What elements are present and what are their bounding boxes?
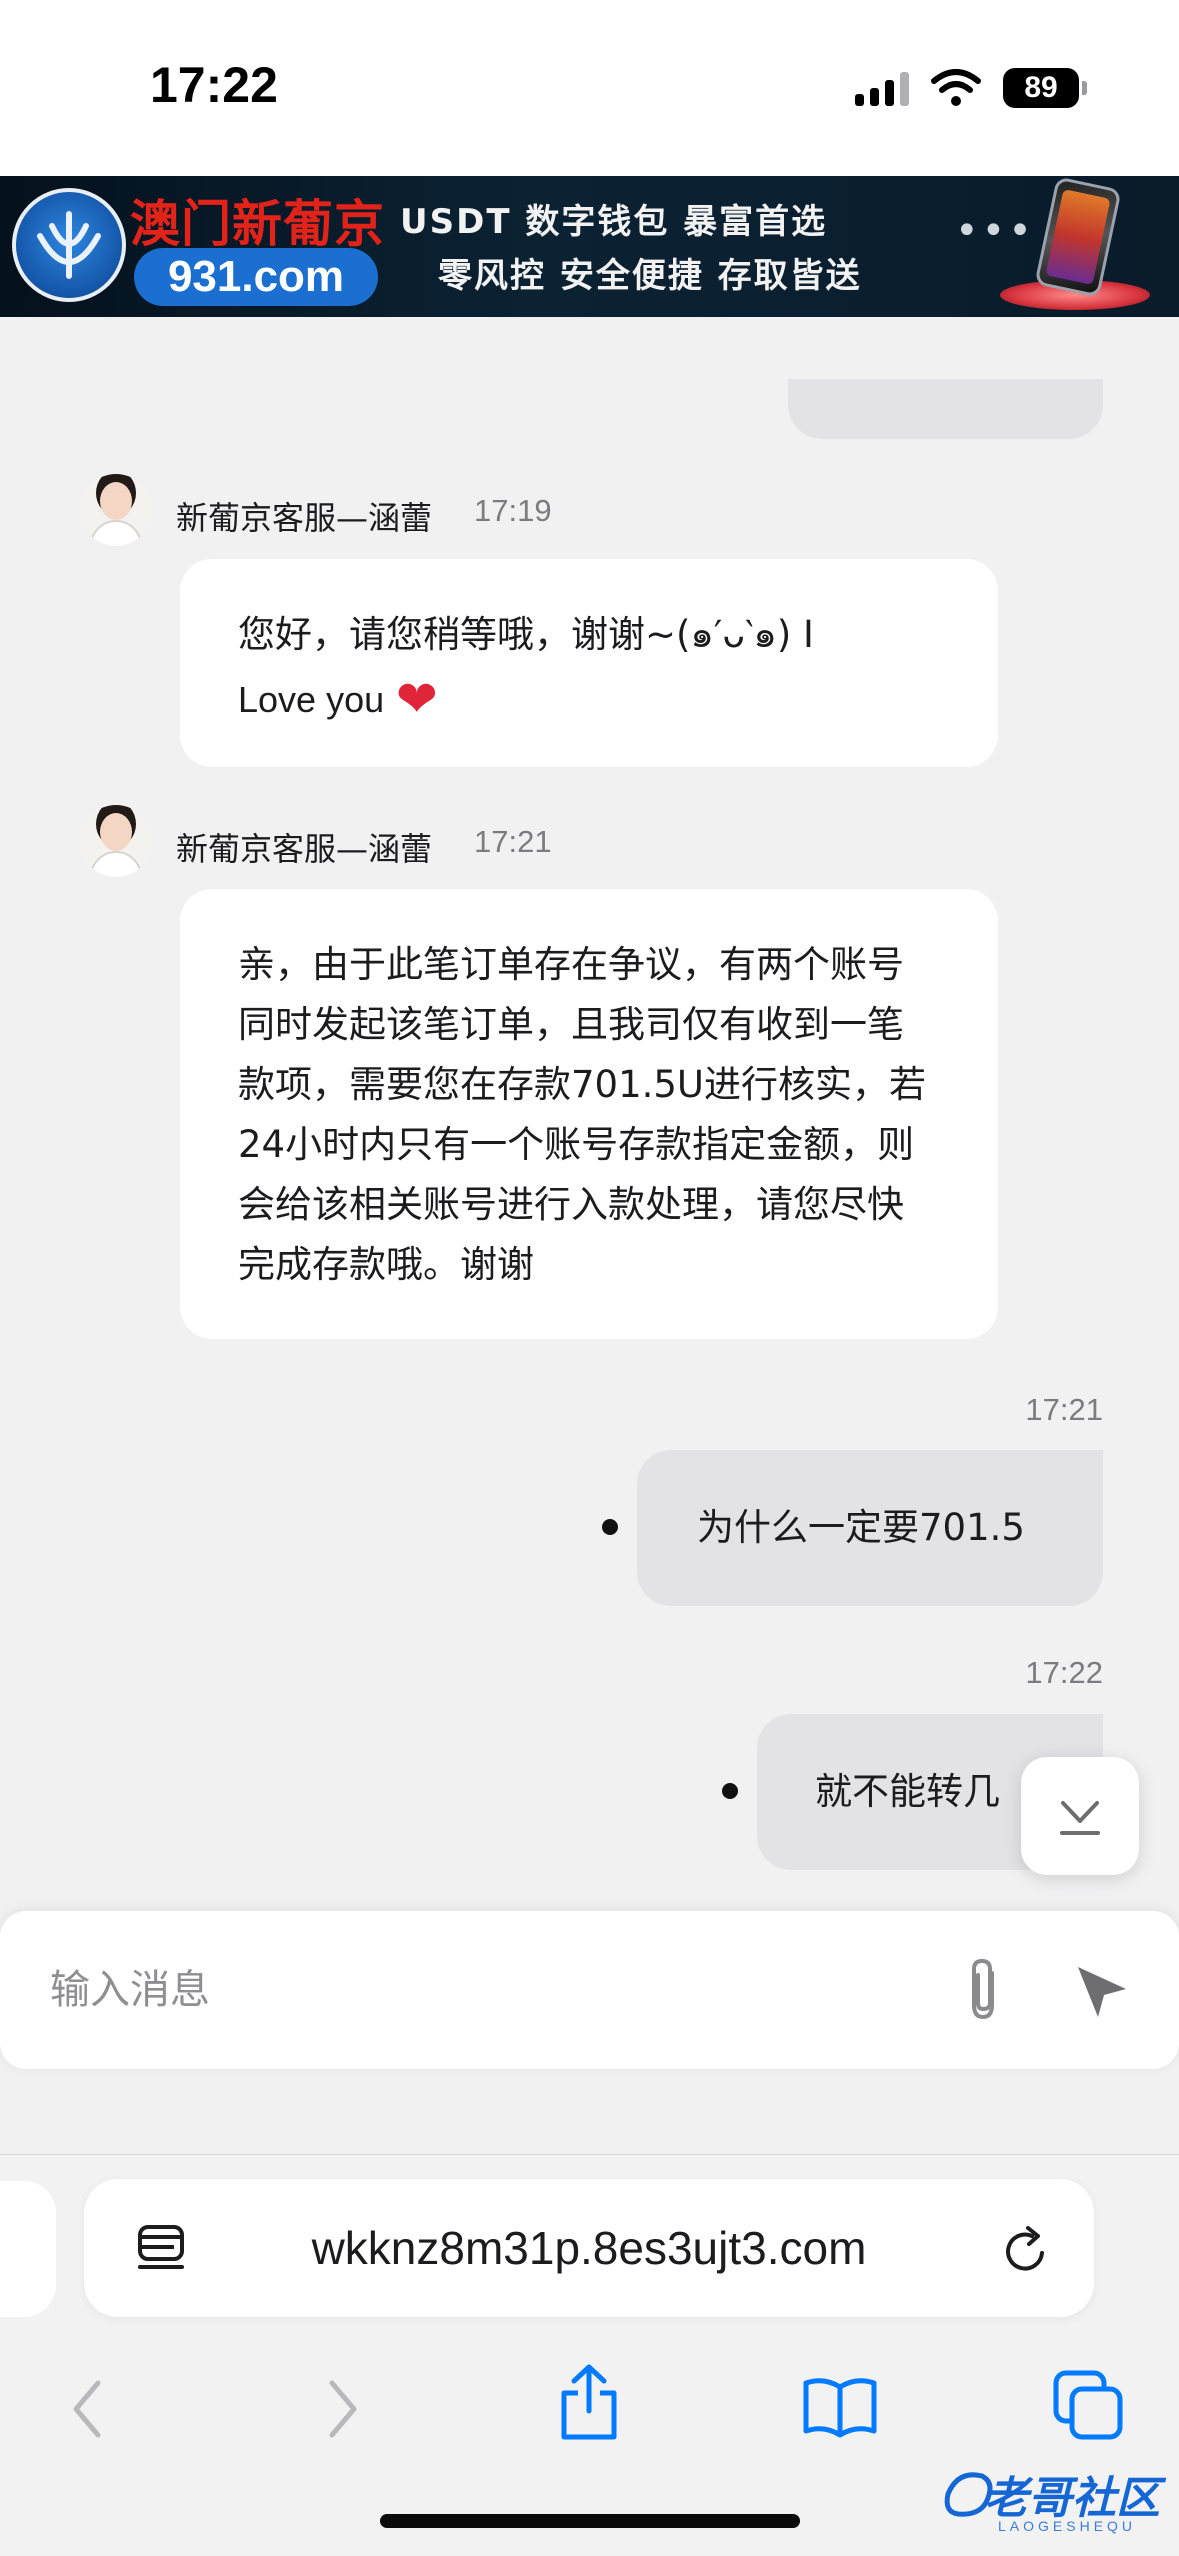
ad-tagline-2: 零风控 安全便捷 存取皆送 [438, 256, 862, 296]
sender-name: 新葡京客服—涵蕾 [176, 499, 433, 537]
agent-avatar[interactable] [80, 805, 152, 877]
reload-icon[interactable] [1002, 2225, 1050, 2275]
ad-tagline-1: USDT 数字钱包 暴富首选 [400, 202, 828, 242]
love-you-text: Love you [238, 679, 385, 720]
share-icon[interactable] [556, 2363, 622, 2443]
previous-tab-preview[interactable] [0, 2181, 56, 2317]
send-arrow-icon[interactable] [1072, 1961, 1132, 2021]
ad-domain: 931.com [134, 248, 378, 306]
message-status-dot [722, 1783, 738, 1799]
message-text: 为什么一定要701.5 [697, 1506, 1025, 1549]
message-time: 17:19 [474, 493, 552, 528]
incoming-message-bubble[interactable]: 亲，由于此笔订单存在争议，有两个账号同时发起该笔订单，且我司仅有收到一笔款项，需… [180, 889, 998, 1339]
message-status-dot [602, 1519, 618, 1535]
ad-phone-graphic [1034, 176, 1122, 298]
message-composer [0, 1911, 1179, 2069]
status-icons: 89 [855, 66, 1087, 110]
message-text: 您好，请您稍等哦，谢谢~(๑′ᴗ‵๑) I [238, 613, 814, 656]
watermark-subtext: LAOGESHEQU [998, 2518, 1137, 2534]
ad-banner[interactable]: 澳门新葡京 931.com USDT 数字钱包 暴富首选 零风控 安全便捷 存取… [0, 176, 1179, 317]
chat-messages[interactable]: 新葡京客服—涵蕾 17:19 您好，请您稍等哦，谢谢~(๑′ᴗ‵๑) I Lov… [0, 317, 1179, 1910]
ad-brand-title: 澳门新葡京 [130, 194, 385, 253]
scroll-to-bottom-icon [1060, 1801, 1100, 1835]
message-text: 亲，由于此笔订单存在争议，有两个账号同时发起该笔订单，且我司仅有收到一笔款项，需… [238, 943, 927, 1286]
scroll-to-bottom-button[interactable] [1021, 1757, 1139, 1875]
message-time: 17:22 [1025, 1655, 1103, 1690]
tabs-icon[interactable] [1052, 2369, 1124, 2441]
paperclip-icon[interactable] [958, 1955, 1008, 2027]
address-bar[interactable]: wkknz8m31p.8es3ujt3.com [84, 2179, 1094, 2317]
partial-outgoing-bubble [788, 379, 1103, 439]
message-time: 17:21 [1025, 1392, 1103, 1427]
status-time: 17:22 [150, 57, 278, 113]
wifi-icon [931, 69, 981, 106]
incoming-message-bubble[interactable]: 您好，请您稍等哦，谢谢~(๑′ᴗ‵๑) I Love you ❤ [180, 559, 998, 767]
status-bar: 17:22 89 [0, 0, 1179, 176]
cellular-signal-icon [855, 70, 909, 106]
message-time: 17:21 [474, 824, 552, 859]
ad-more-dots: ••• [955, 208, 1035, 254]
message-input[interactable] [50, 1953, 900, 2027]
chevron-right-icon[interactable] [322, 2377, 362, 2441]
home-indicator[interactable] [380, 2514, 800, 2528]
agent-avatar[interactable] [80, 474, 152, 546]
outgoing-message-bubble[interactable]: 为什么一定要701.5 [637, 1450, 1103, 1606]
sender-name: 新葡京客服—涵蕾 [176, 830, 433, 868]
casino-logo-icon [12, 188, 126, 302]
url-text: wkknz8m31p.8es3ujt3.com [311, 2222, 867, 2274]
watermark-text: 老哥社区 [984, 2473, 1160, 2524]
watermark-logo: 老哥社区 LAOGESHEQU [938, 2462, 1168, 2542]
battery-indicator: 89 [1003, 68, 1087, 108]
chevron-left-icon[interactable] [68, 2377, 108, 2441]
book-icon[interactable] [802, 2375, 878, 2439]
message-text: 就不能转几 [815, 1770, 1000, 1813]
heart-emoji: ❤ [395, 670, 438, 728]
